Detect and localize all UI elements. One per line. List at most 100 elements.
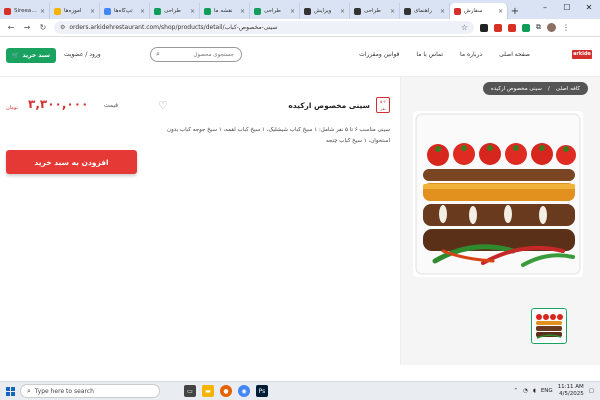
url-text: orders.arkidehrestaurant.com/shop/produc… <box>69 24 278 31</box>
product-description: سینی مناسب ۶ تا ۵ نفر شامل: ۱ سیخ کباب ش… <box>167 127 390 144</box>
system-tray: ⌃ ◔ ◖ ENG 11:11 AM 4/5/2025 ▢ <box>514 384 600 398</box>
site-header: 🛒 سبد خرید ورود / عضویت ⌕ صفحه اصلی دربا… <box>0 37 600 77</box>
notifications-icon[interactable]: ▢ <box>589 388 594 394</box>
breadcrumb-current: سینی مخصوص ارکیده <box>490 85 542 92</box>
tab-favicon-icon <box>154 7 161 15</box>
close-tab-icon[interactable]: × <box>290 8 295 15</box>
tab-favicon-icon <box>4 7 11 15</box>
close-tab-icon[interactable]: × <box>190 8 195 15</box>
url-field[interactable]: ⚙ orders.arkidehrestaurant.com/shop/prod… <box>54 21 474 34</box>
extensions-puzzle-icon[interactable]: ⧉ <box>536 23 541 32</box>
tab-title: نقشه‌ ما <box>214 8 233 14</box>
forward-icon[interactable]: → <box>22 23 32 32</box>
close-tab-icon[interactable]: × <box>90 8 95 15</box>
breadcrumb-item[interactable]: کافه اصلی <box>556 86 580 92</box>
tab-favicon-icon <box>454 7 461 15</box>
volume-icon[interactable]: ◖ <box>533 388 536 394</box>
tab-title: طراحی <box>364 8 381 14</box>
taskbar-search[interactable]: ⌕ Type here to search <box>20 384 160 398</box>
clock-time: 11:11 AM <box>557 384 584 390</box>
search-icon[interactable]: ⌕ <box>156 50 160 59</box>
product-search-box[interactable]: ⌕ <box>150 47 242 62</box>
close-tab-icon[interactable]: × <box>498 8 503 15</box>
minimize-icon[interactable]: – <box>534 0 556 16</box>
tab-favicon-icon <box>354 7 361 15</box>
browser-tab[interactable]: راهنمای × <box>400 3 450 19</box>
product-main-image[interactable] <box>413 111 583 277</box>
tab-favicon-icon <box>304 7 311 15</box>
serving-unit: نفر <box>380 106 386 111</box>
serving-count: ۵-۶ <box>380 99 386 104</box>
network-icon[interactable]: ◔ <box>523 388 528 394</box>
site-info-icon[interactable]: ⚙ <box>60 24 65 31</box>
browser-tab[interactable]: آموزه‌ها × <box>50 3 100 19</box>
tab-title: تپ‌‌گاه‌ها <box>114 8 133 14</box>
favorite-heart-icon[interactable]: ♡ <box>158 99 168 112</box>
close-tab-icon[interactable]: × <box>240 8 245 15</box>
nav-rules[interactable]: قوانین ومقررات <box>359 51 399 58</box>
breadcrumb-separator: / <box>547 85 550 92</box>
pen-icon[interactable] <box>480 23 488 32</box>
close-tab-icon[interactable]: × <box>140 8 145 15</box>
clock[interactable]: 11:11 AM 4/5/2025 <box>558 384 584 398</box>
browser-tab[interactable]: ویرایش × <box>300 3 350 19</box>
browser-tab[interactable]: تپ‌‌گاه‌ها × <box>100 3 150 19</box>
grammar-icon[interactable] <box>522 23 530 32</box>
tray-chevron-icon[interactable]: ⌃ <box>514 388 519 394</box>
close-tab-icon[interactable]: × <box>340 8 345 15</box>
task-view-icon[interactable]: ▭ <box>184 385 196 397</box>
close-window-icon[interactable]: ✕ <box>578 0 600 16</box>
profile-avatar[interactable] <box>547 23 556 32</box>
product-gallery: کافه اصلی / سینی مخصوص ارکیده <box>400 77 600 365</box>
tab-title: Sireeage <box>14 8 37 14</box>
nav-contact[interactable]: تماس با ما <box>416 51 443 58</box>
nav-about[interactable]: درباره ما <box>460 51 482 58</box>
close-tab-icon[interactable]: × <box>440 8 445 15</box>
close-tab-icon[interactable]: × <box>390 8 395 15</box>
login-link[interactable]: ورود / عضویت <box>64 51 101 58</box>
price-label: قیمت <box>104 102 119 109</box>
tab-favicon-icon <box>204 7 211 15</box>
chrome-icon[interactable]: ◉ <box>238 385 250 397</box>
start-button[interactable] <box>0 382 20 400</box>
browser-tab[interactable]: نقشه‌ ما × <box>200 3 250 19</box>
main-nav: صفحه اصلی درباره ما تماس با ما قوانین وم… <box>359 51 530 58</box>
product-info: ۵-۶ نفر سینی مخصوص ارکیده ♡ قیمت ۳,۳۰۰,۰… <box>0 77 400 365</box>
browser-menu-icon[interactable]: ⋮ <box>562 23 570 32</box>
maximize-icon[interactable]: ☐ <box>556 0 578 16</box>
breadcrumb: کافه اصلی / سینی مخصوص ارکیده <box>482 82 588 95</box>
tab-favicon-icon <box>104 7 111 15</box>
browser-tab[interactable]: طراحی × <box>150 3 200 19</box>
browser-tab[interactable]: طراحی × <box>350 3 400 19</box>
tab-title: آموزه‌ها <box>64 8 82 14</box>
firefox-icon[interactable]: ● <box>220 385 232 397</box>
windows-taskbar: ⌕ Type here to search ▭ ▬ ● ◉ Ps ⌃ ◔ ◖ E… <box>0 381 600 400</box>
product-thumbnail[interactable] <box>531 308 567 344</box>
address-bar: ← → ↻ ⚙ orders.arkidehrestaurant.com/sho… <box>0 19 600 37</box>
tab-favicon-icon <box>254 7 261 15</box>
close-tab-icon[interactable]: × <box>40 8 45 15</box>
search-input[interactable] <box>163 51 234 58</box>
tab-title: راهنمای <box>414 8 432 14</box>
site-logo[interactable]: arkide <box>572 50 592 59</box>
browser-tab-active[interactable]: سفارش × <box>450 3 508 19</box>
tab-title: ویرایش <box>314 8 332 14</box>
bookmark-star-icon[interactable]: ☆ <box>461 23 468 32</box>
tab-title: طراحی <box>264 8 281 14</box>
photoshop-icon[interactable]: Ps <box>256 385 268 397</box>
add-to-cart-button[interactable]: افزودن به سبد خرید <box>6 150 137 174</box>
pdf-icon[interactable] <box>494 23 502 32</box>
browser-tab[interactable]: طراحی × <box>250 3 300 19</box>
nav-home[interactable]: صفحه اصلی <box>499 51 530 58</box>
file-explorer-icon[interactable]: ▬ <box>202 385 214 397</box>
reload-icon[interactable]: ↻ <box>38 23 48 32</box>
taskbar-apps: ▭ ▬ ● ◉ Ps <box>184 385 268 397</box>
ext-icon[interactable] <box>508 23 516 32</box>
thumbnail-image <box>534 311 564 341</box>
back-icon[interactable]: ← <box>6 23 16 32</box>
new-tab-button[interactable]: + <box>508 3 522 19</box>
language-indicator[interactable]: ENG <box>541 388 553 394</box>
kebab-platter-image <box>415 113 581 275</box>
browser-tab[interactable]: Sireeage × <box>0 3 50 19</box>
cart-button[interactable]: 🛒 سبد خرید <box>6 48 56 63</box>
